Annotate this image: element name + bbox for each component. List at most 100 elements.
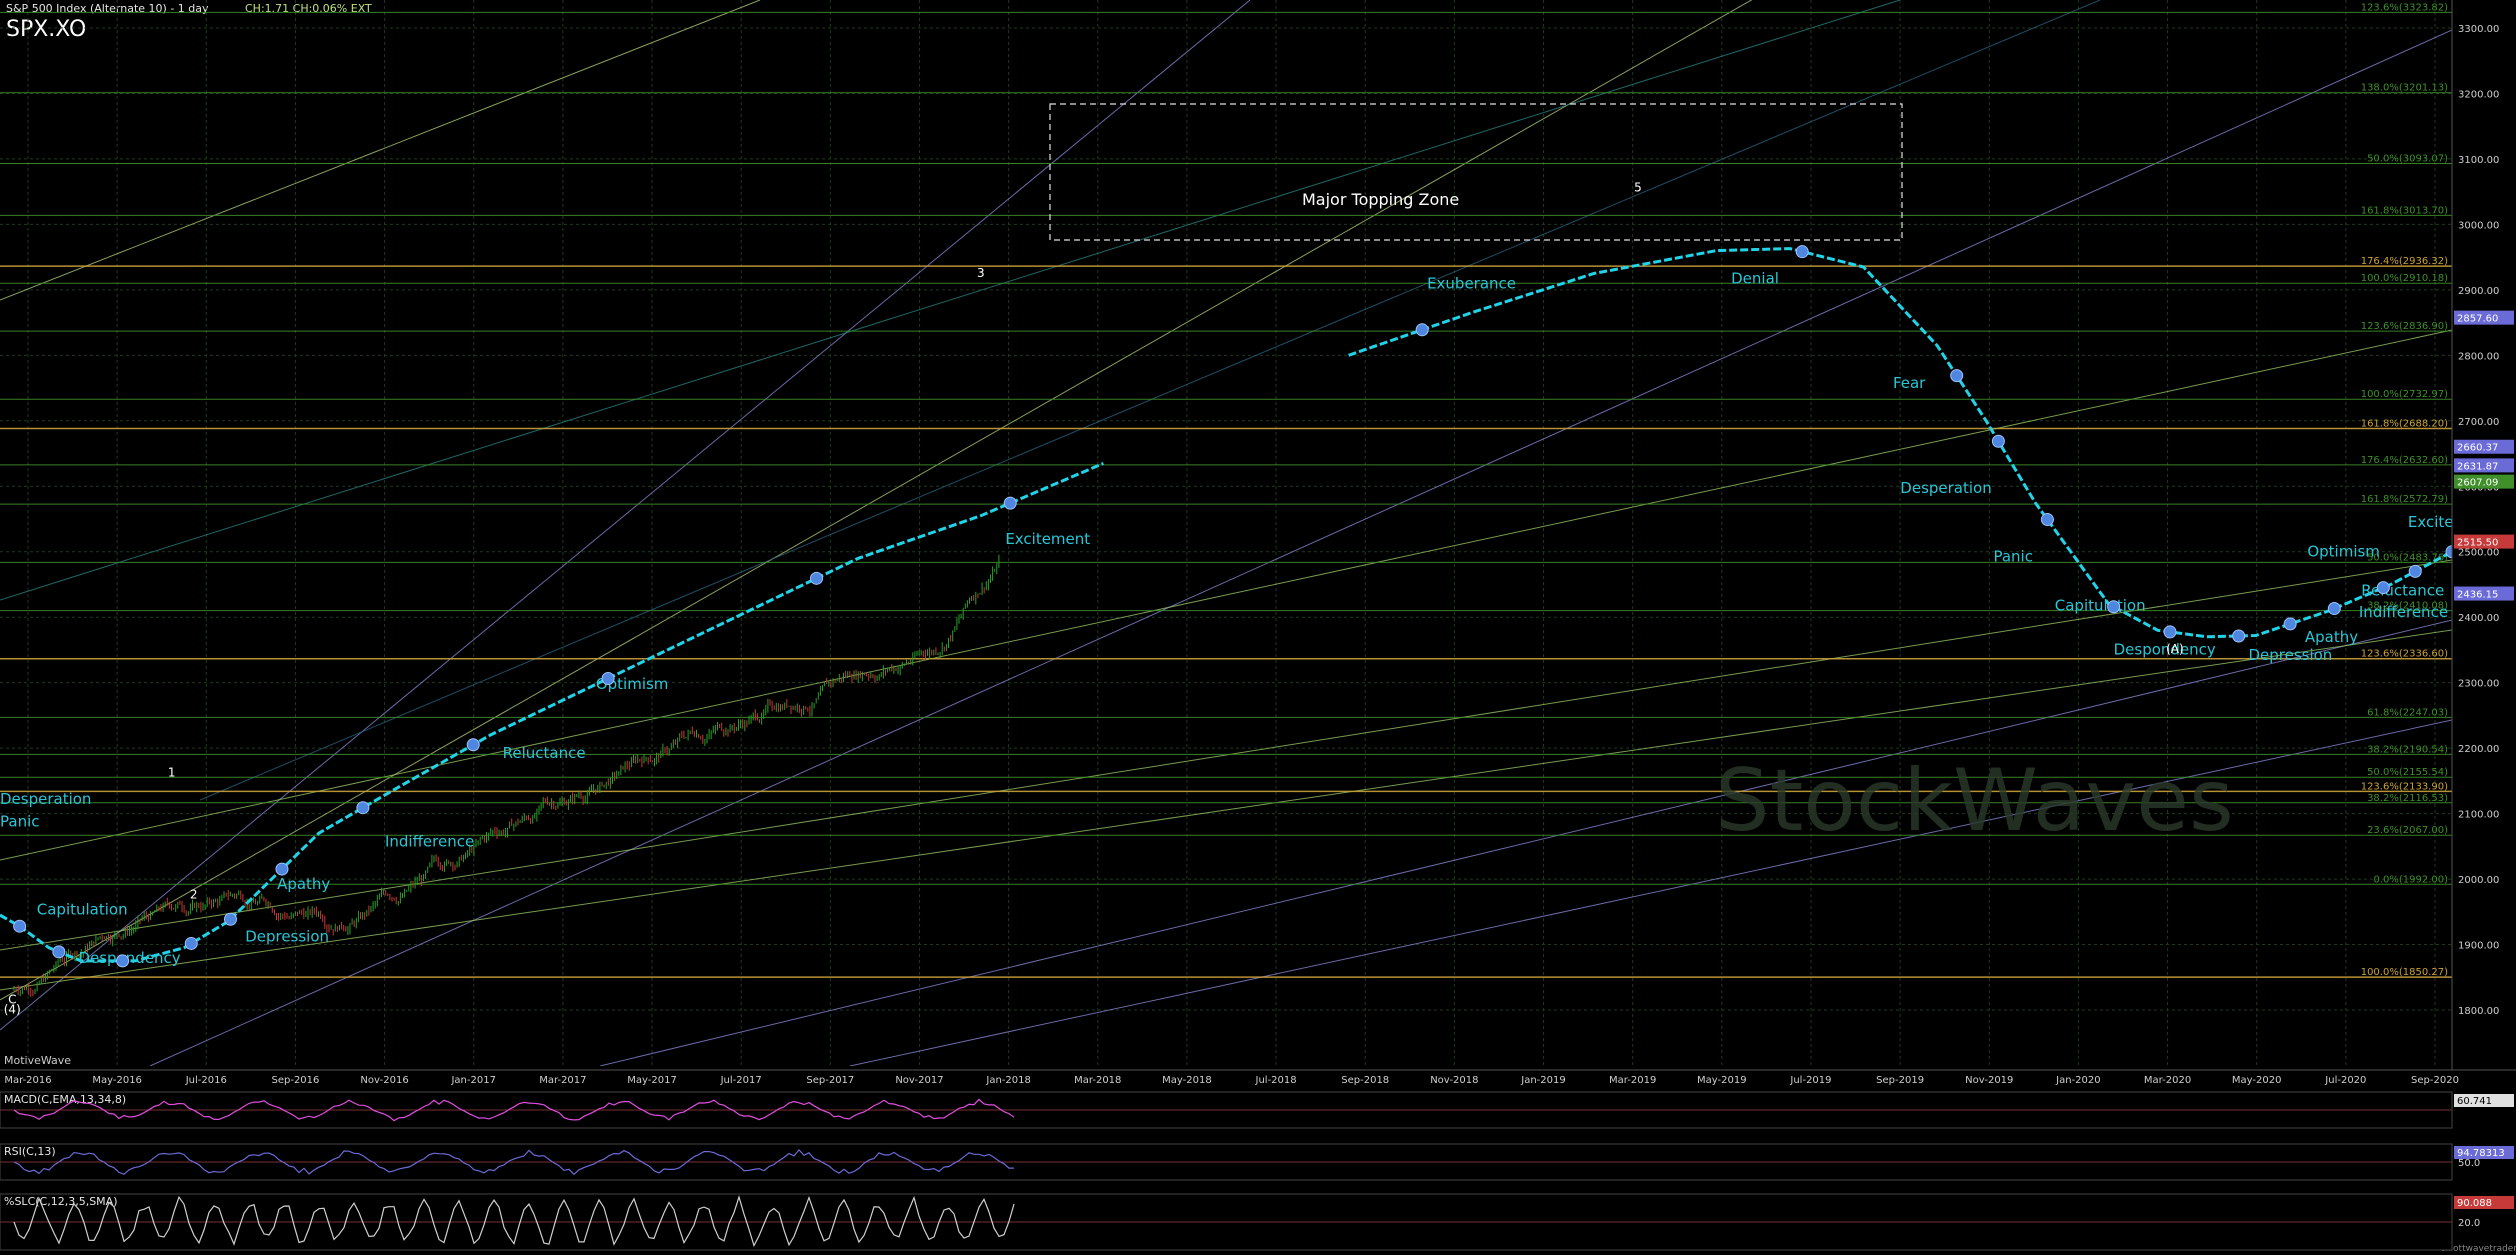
sentiment-node[interactable] <box>2232 629 2246 643</box>
wave-label: 2 <box>190 888 198 902</box>
y-tick-label: 2000.00 <box>2458 875 2499 886</box>
sentiment-node[interactable] <box>601 671 615 685</box>
y-tick-label: 2100.00 <box>2458 810 2499 821</box>
sentiment-label: Excitement <box>1005 530 1090 548</box>
sentiment-label: Indifference <box>2359 603 2448 621</box>
trend-channel-line <box>199 0 2101 801</box>
sentiment-label: Exuberance <box>1427 275 1516 293</box>
x-tick-label: Jan-2020 <box>2055 1075 2100 1086</box>
indicator-label: RSI(C,13) <box>4 1145 56 1158</box>
sentiment-label: Panic <box>0 813 40 831</box>
sentiment-node[interactable] <box>1950 369 1964 383</box>
x-tick-label: Mar-2018 <box>1074 1075 1121 1086</box>
fib-level-label: 123.6%(2336.60) <box>2361 649 2448 660</box>
x-tick-label: May-2017 <box>627 1075 677 1086</box>
x-tick-label: Jul-2016 <box>185 1075 227 1086</box>
x-tick-label: Jul-2018 <box>1255 1075 1297 1086</box>
sentiment-node[interactable] <box>184 936 198 950</box>
x-tick-label: Mar-2016 <box>4 1075 51 1086</box>
x-tick-label: Sep-2016 <box>271 1075 319 1086</box>
sentiment-node[interactable] <box>1795 245 1809 259</box>
sentiment-label: Panic <box>1993 548 2033 566</box>
sentiment-node[interactable] <box>2376 581 2390 595</box>
indicator-level: 50.0 <box>2458 1158 2480 1169</box>
x-tick-label: Nov-2016 <box>360 1075 408 1086</box>
fib-level-label: 161.8%(3013.70) <box>2361 205 2448 216</box>
sentiment-label: Apathy <box>2305 628 2358 646</box>
indicator-label: %SLC(C,12,3,5,SMA) <box>4 1195 118 1208</box>
fib-level-label: 161.8%(2572.79) <box>2361 494 2448 505</box>
x-tick-label: May-2020 <box>2232 1075 2282 1086</box>
y-tick-label: 3000.00 <box>2458 220 2499 231</box>
x-tick-label: Jan-2017 <box>450 1075 495 1086</box>
chart-stats: CH:1.71 CH:0.06% EXT <box>245 2 372 15</box>
sentiment-node[interactable] <box>116 954 130 968</box>
y-tick-label: 2900.00 <box>2458 286 2499 297</box>
x-tick-label: Jul-2020 <box>2324 1075 2366 1086</box>
fib-level-label: 100.0%(1850.27) <box>2361 967 2448 978</box>
sentiment-node[interactable] <box>810 571 824 585</box>
sentiment-label: Fear <box>1893 374 1926 392</box>
sentiment-node[interactable] <box>356 801 370 815</box>
elliott-wave-chart[interactable]: S&P 500 Index (Alternate 10) - 1 day CH:… <box>0 0 2516 1255</box>
fib-level-label: 161.8%(2688.20) <box>2361 419 2448 430</box>
sentiment-node[interactable] <box>52 945 66 959</box>
fib-level-label: 123.6%(2836.90) <box>2361 321 2448 332</box>
y-tick-label: 3100.00 <box>2458 155 2499 166</box>
sentiment-node[interactable] <box>1991 434 2005 448</box>
motivewave-brand: MotiveWave <box>4 1054 71 1067</box>
indicator-level: 20.0 <box>2458 1218 2480 1229</box>
wave-label: C <box>8 992 16 1006</box>
sentiment-node[interactable] <box>2408 564 2422 578</box>
trend-channel-line <box>0 0 1251 1031</box>
x-tick-label: Sep-2019 <box>1876 1075 1924 1086</box>
fib-level-label: 123.6%(2133.90) <box>2361 781 2448 792</box>
sentiment-node[interactable] <box>275 862 289 876</box>
sentiment-label: Despondency <box>2114 641 2216 659</box>
x-tick-label: Mar-2017 <box>539 1075 586 1086</box>
x-tick-label: Jul-2017 <box>720 1075 762 1086</box>
fib-level-label: 176.4%(2632.60) <box>2361 455 2448 466</box>
x-tick-label: Nov-2019 <box>1965 1075 2013 1086</box>
sentiment-node[interactable] <box>13 919 27 933</box>
x-tick-label: Jul-2019 <box>1789 1075 1831 1086</box>
sentiment-node[interactable] <box>2107 600 2121 614</box>
sentiment-label: Apathy <box>277 875 330 893</box>
sentiment-node[interactable] <box>2283 617 2297 631</box>
indicator-value: 94.78313 <box>2457 1148 2505 1159</box>
topping-zone-box <box>1049 103 1903 241</box>
projection-path <box>0 462 1104 963</box>
sentiment-label: Despondency <box>78 949 180 967</box>
fib-level-label: 138.0%(3201.13) <box>2361 83 2448 94</box>
price-marker-label: 2857.60 <box>2457 314 2498 325</box>
sentiment-node[interactable] <box>223 912 237 926</box>
y-tick-label: 2200.00 <box>2458 744 2499 755</box>
sentiment-node[interactable] <box>2040 513 2054 527</box>
indicator-value: 90.088 <box>2457 1198 2492 1209</box>
fib-level-label: 50.0%(2155.54) <box>2367 767 2448 778</box>
sentiment-label: Desperation <box>1900 479 1991 497</box>
fib-level-label: 23.6%(2067.00) <box>2367 825 2448 836</box>
fib-level-label: 61.8%(2247.03) <box>2367 707 2448 718</box>
fib-level-label: 100.0%(2732.97) <box>2361 389 2448 400</box>
y-tick-label: 2300.00 <box>2458 679 2499 690</box>
price-marker-label: 2660.37 <box>2457 443 2498 454</box>
chart-symbol: SPX.XO <box>6 17 86 42</box>
sentiment-label: Indifference <box>385 832 474 850</box>
sentiment-label: Excitement <box>2408 513 2493 531</box>
trend-channel-line <box>149 29 2452 1066</box>
wave-label: 1 <box>168 765 176 779</box>
y-tick-label: 2800.00 <box>2458 351 2499 362</box>
fib-level-label: 38.2%(2190.54) <box>2367 744 2448 755</box>
indicator-value: 60.741 <box>2457 1096 2492 1107</box>
sentiment-node[interactable] <box>1003 496 1017 510</box>
topping-zone-label: Major Topping Zone <box>1302 190 1459 209</box>
sentiment-node[interactable] <box>466 738 480 752</box>
fib-level-label: 0.0%(1992.00) <box>2373 874 2448 885</box>
sentiment-label: Reluctance <box>503 744 586 762</box>
y-tick-label: 2700.00 <box>2458 417 2499 428</box>
sentiment-node[interactable] <box>2163 625 2177 639</box>
trend-channel-line <box>0 0 761 301</box>
sentiment-node[interactable] <box>2327 602 2341 616</box>
sentiment-node[interactable] <box>1415 323 1429 337</box>
